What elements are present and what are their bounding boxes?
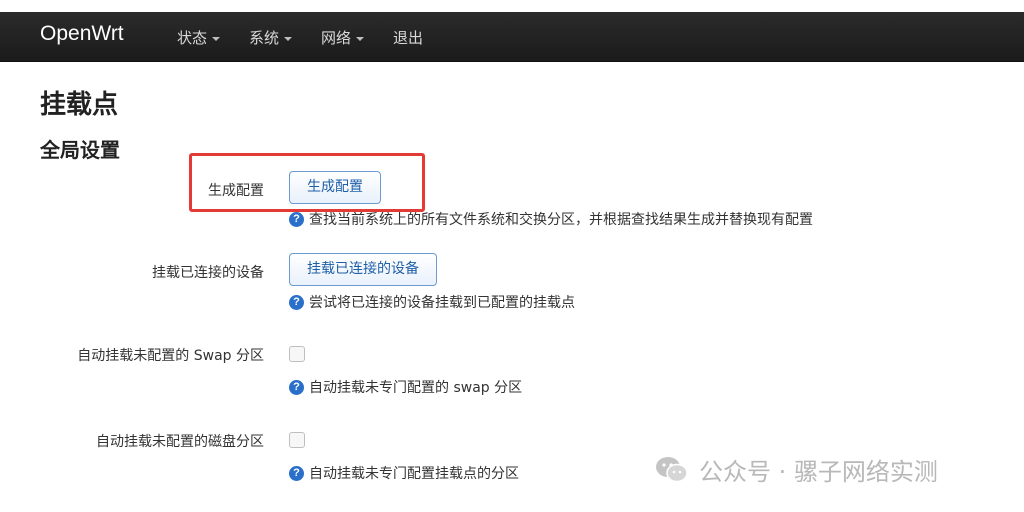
nav-logout[interactable]: 退出 bbox=[393, 27, 423, 48]
mount-attached-button[interactable]: 挂载已连接的设备 bbox=[289, 253, 437, 286]
help-icon: ? bbox=[289, 465, 304, 481]
brand-logo[interactable]: OpenWrt bbox=[40, 22, 124, 46]
help-icon: ? bbox=[289, 379, 304, 395]
nav-status-label: 状态 bbox=[177, 29, 208, 47]
caret-down-icon bbox=[284, 36, 293, 41]
nav-status[interactable]: 状态 bbox=[177, 27, 221, 48]
watermark-text: 公众号 · 骡子网络实测 bbox=[699, 458, 938, 486]
auto-mount-help: ? 自动挂载未专门配置挂载点的分区 bbox=[289, 463, 519, 483]
nav-system[interactable]: 系统 bbox=[249, 27, 293, 48]
mount-attached-label: 挂载已连接的设备 bbox=[152, 265, 264, 281]
wechat-icon bbox=[656, 456, 688, 482]
mount-attached-help: ? 尝试将已连接的设备挂载到已配置的挂载点 bbox=[289, 292, 575, 312]
top-navbar: OpenWrt 状态 系统 网络 退出 bbox=[0, 12, 1024, 62]
help-icon: ? bbox=[289, 211, 304, 227]
auto-mount-checkbox[interactable] bbox=[289, 432, 305, 448]
section-title: 全局设置 bbox=[40, 138, 120, 162]
generate-config-help-text: 查找当前系统上的所有文件系统和交换分区，并根据查找结果生成并替换现有配置 bbox=[309, 212, 813, 228]
nav-network[interactable]: 网络 bbox=[321, 27, 365, 48]
caret-down-icon bbox=[356, 36, 365, 41]
auto-swap-label: 自动挂载未配置的 Swap 分区 bbox=[77, 348, 264, 364]
nav-network-label: 网络 bbox=[321, 29, 352, 47]
nav-logout-label: 退出 bbox=[393, 29, 424, 47]
watermark: 公众号 · 骡子网络实测 bbox=[655, 452, 938, 487]
auto-mount-help-text: 自动挂载未专门配置挂载点的分区 bbox=[309, 466, 519, 482]
auto-swap-help: ? 自动挂载未专门配置的 swap 分区 bbox=[289, 377, 522, 397]
highlight-annotation-box bbox=[189, 153, 425, 212]
nav-system-label: 系统 bbox=[249, 29, 280, 47]
auto-mount-label: 自动挂载未配置的磁盘分区 bbox=[96, 434, 264, 450]
help-icon: ? bbox=[289, 294, 304, 310]
mount-attached-help-text: 尝试将已连接的设备挂载到已配置的挂载点 bbox=[309, 295, 575, 311]
page-title: 挂载点 bbox=[40, 90, 119, 120]
auto-swap-help-text: 自动挂载未专门配置的 swap 分区 bbox=[309, 380, 523, 396]
auto-swap-checkbox[interactable] bbox=[289, 346, 305, 362]
caret-down-icon bbox=[212, 36, 221, 41]
generate-config-help: ? 查找当前系统上的所有文件系统和交换分区，并根据查找结果生成并替换现有配置 bbox=[289, 209, 813, 229]
